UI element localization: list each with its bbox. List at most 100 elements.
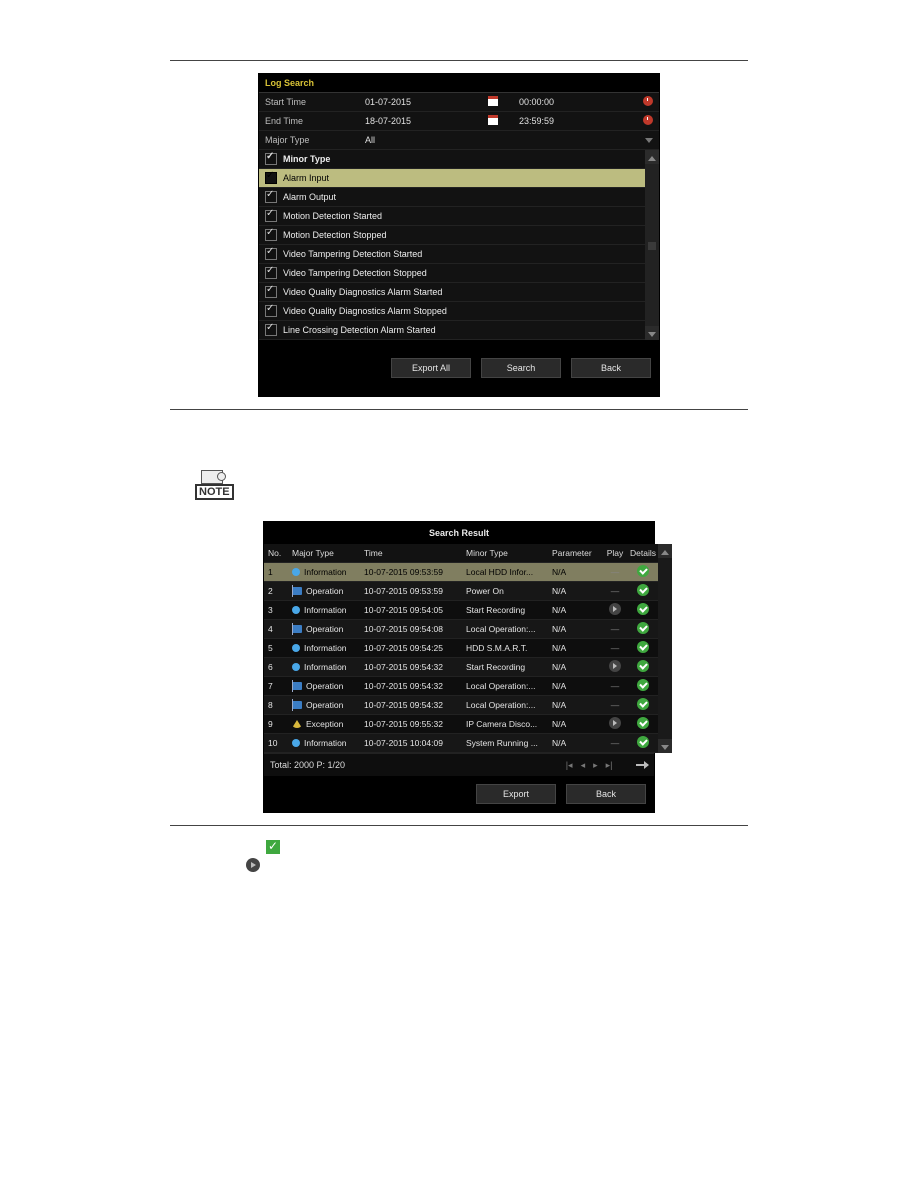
table-row[interactable]: 9 Exception10-07-2015 09:55:32IP Camera … xyxy=(264,715,658,734)
scroll-up-icon[interactable] xyxy=(658,544,672,558)
cell-details xyxy=(628,641,658,655)
details-icon[interactable] xyxy=(637,660,649,672)
details-icon[interactable] xyxy=(637,717,649,729)
minor-type-item[interactable]: Alarm Output xyxy=(259,188,645,207)
end-time-field[interactable]: 23:59:59 xyxy=(519,116,609,126)
cell-param: N/A xyxy=(552,624,602,634)
cell-details xyxy=(628,622,658,636)
col-no: No. xyxy=(264,548,292,558)
table-row[interactable]: 4 Operation10-07-2015 09:54:08Local Oper… xyxy=(264,620,658,639)
scrollbar[interactable] xyxy=(658,544,672,753)
details-icon[interactable] xyxy=(637,565,649,577)
minor-type-item[interactable]: Video Quality Diagnostics Alarm Started xyxy=(259,283,645,302)
table-row[interactable]: 5 Information10-07-2015 09:54:25HDD S.M.… xyxy=(264,639,658,658)
major-type-label: Major Type xyxy=(265,135,365,145)
start-date-field[interactable]: 01-07-2015 xyxy=(365,97,485,107)
clock-icon[interactable] xyxy=(637,115,653,127)
cell-major: Operation xyxy=(292,700,364,710)
table-footer: Total: 2000 P: 1/20 |◂ ◂ ▸ ▸| xyxy=(264,753,654,776)
details-icon[interactable] xyxy=(637,603,649,615)
play-icon[interactable] xyxy=(609,717,621,729)
cell-play xyxy=(602,603,628,617)
table-row[interactable]: 7 Operation10-07-2015 09:54:32Local Oper… xyxy=(264,677,658,696)
export-button[interactable]: Export xyxy=(476,784,556,804)
pager[interactable]: |◂ ◂ ▸ ▸| xyxy=(566,760,648,771)
scrollbar[interactable] xyxy=(645,150,659,340)
minor-type-item[interactable]: Video Tampering Detection Started xyxy=(259,245,645,264)
cell-no: 3 xyxy=(264,605,292,615)
start-time-field[interactable]: 00:00:00 xyxy=(519,97,609,107)
checkbox-icon[interactable] xyxy=(265,324,277,336)
pager-prev-icon[interactable]: ◂ xyxy=(581,760,586,771)
dash-icon: — xyxy=(611,567,620,577)
cell-time: 10-07-2015 09:54:05 xyxy=(364,605,466,615)
export-all-button[interactable]: Export All xyxy=(391,358,471,378)
details-icon[interactable] xyxy=(637,736,649,748)
minor-type-item-label: Motion Detection Stopped xyxy=(283,230,387,240)
play-icon[interactable] xyxy=(609,660,621,672)
checkbox-icon[interactable] xyxy=(265,172,277,184)
total-label: Total: 2000 P: 1/20 xyxy=(270,760,345,770)
major-type-select[interactable]: All xyxy=(365,135,485,145)
checkbox-icon[interactable] xyxy=(265,229,277,241)
minor-type-item[interactable]: Motion Detection Stopped xyxy=(259,226,645,245)
scroll-down-icon[interactable] xyxy=(658,739,672,753)
cell-major: Information xyxy=(292,738,364,748)
details-icon[interactable] xyxy=(637,698,649,710)
details-icon[interactable] xyxy=(637,622,649,634)
table-row[interactable]: 3 Information10-07-2015 09:54:05Start Re… xyxy=(264,601,658,620)
table-row[interactable]: 10 Information10-07-2015 10:04:09System … xyxy=(264,734,658,753)
minor-type-item[interactable]: Motion Detection Started xyxy=(259,207,645,226)
search-button[interactable]: Search xyxy=(481,358,561,378)
minor-type-item[interactable]: Alarm Input xyxy=(259,169,645,188)
details-icon[interactable] xyxy=(637,679,649,691)
checkbox-icon[interactable] xyxy=(265,210,277,222)
cell-play: — xyxy=(602,567,628,577)
col-minor: Minor Type xyxy=(466,548,552,558)
back-button[interactable]: Back xyxy=(571,358,651,378)
scroll-up-icon[interactable] xyxy=(645,150,659,164)
table-row[interactable]: 2 Operation10-07-2015 09:53:59Power OnN/… xyxy=(264,582,658,601)
checkbox-icon[interactable] xyxy=(265,248,277,260)
minor-type-header[interactable]: Minor Type xyxy=(259,150,645,169)
play-icon[interactable] xyxy=(609,603,621,615)
cell-details xyxy=(628,736,658,750)
minor-type-item-label: Video Tampering Detection Stopped xyxy=(283,268,427,278)
clock-icon[interactable] xyxy=(637,96,653,108)
details-icon[interactable] xyxy=(637,641,649,653)
cell-play xyxy=(602,717,628,731)
details-icon[interactable] xyxy=(637,584,649,596)
table-row[interactable]: 1 Information10-07-2015 09:53:59Local HD… xyxy=(264,563,658,582)
checkbox-icon[interactable] xyxy=(265,286,277,298)
cell-no: 2 xyxy=(264,586,292,596)
table-row[interactable]: 8 Operation10-07-2015 09:54:32Local Oper… xyxy=(264,696,658,715)
minor-type-list: Minor Type Alarm InputAlarm OutputMotion… xyxy=(259,150,659,340)
minor-type-item[interactable]: Video Tampering Detection Stopped xyxy=(259,264,645,283)
dash-icon: — xyxy=(611,586,620,596)
cell-details xyxy=(628,717,658,731)
checkbox-icon[interactable] xyxy=(265,191,277,203)
calendar-icon[interactable] xyxy=(485,96,501,108)
checkbox-icon[interactable] xyxy=(265,305,277,317)
back-button[interactable]: Back xyxy=(566,784,646,804)
scroll-down-icon[interactable] xyxy=(645,326,659,340)
cell-minor: Power On xyxy=(466,586,552,596)
scroll-thumb[interactable] xyxy=(648,242,656,250)
table-row[interactable]: 6 Information10-07-2015 09:54:32Start Re… xyxy=(264,658,658,677)
end-date-field[interactable]: 18-07-2015 xyxy=(365,116,485,126)
cell-param: N/A xyxy=(552,681,602,691)
checkbox-icon[interactable] xyxy=(265,153,277,165)
minor-type-item-label: Alarm Input xyxy=(283,173,329,183)
cell-param: N/A xyxy=(552,662,602,672)
checkbox-icon[interactable] xyxy=(265,267,277,279)
minor-type-label: Minor Type xyxy=(283,154,330,164)
chevron-down-icon[interactable] xyxy=(637,135,653,145)
col-play: Play xyxy=(602,548,628,558)
arrow-right-icon[interactable] xyxy=(636,764,648,766)
minor-type-item[interactable]: Line Crossing Detection Alarm Started xyxy=(259,321,645,340)
pager-first-icon[interactable]: |◂ xyxy=(566,760,573,771)
minor-type-item[interactable]: Video Quality Diagnostics Alarm Stopped xyxy=(259,302,645,321)
pager-last-icon[interactable]: ▸| xyxy=(606,760,613,771)
calendar-icon[interactable] xyxy=(485,115,501,127)
pager-next-icon[interactable]: ▸ xyxy=(593,760,598,771)
